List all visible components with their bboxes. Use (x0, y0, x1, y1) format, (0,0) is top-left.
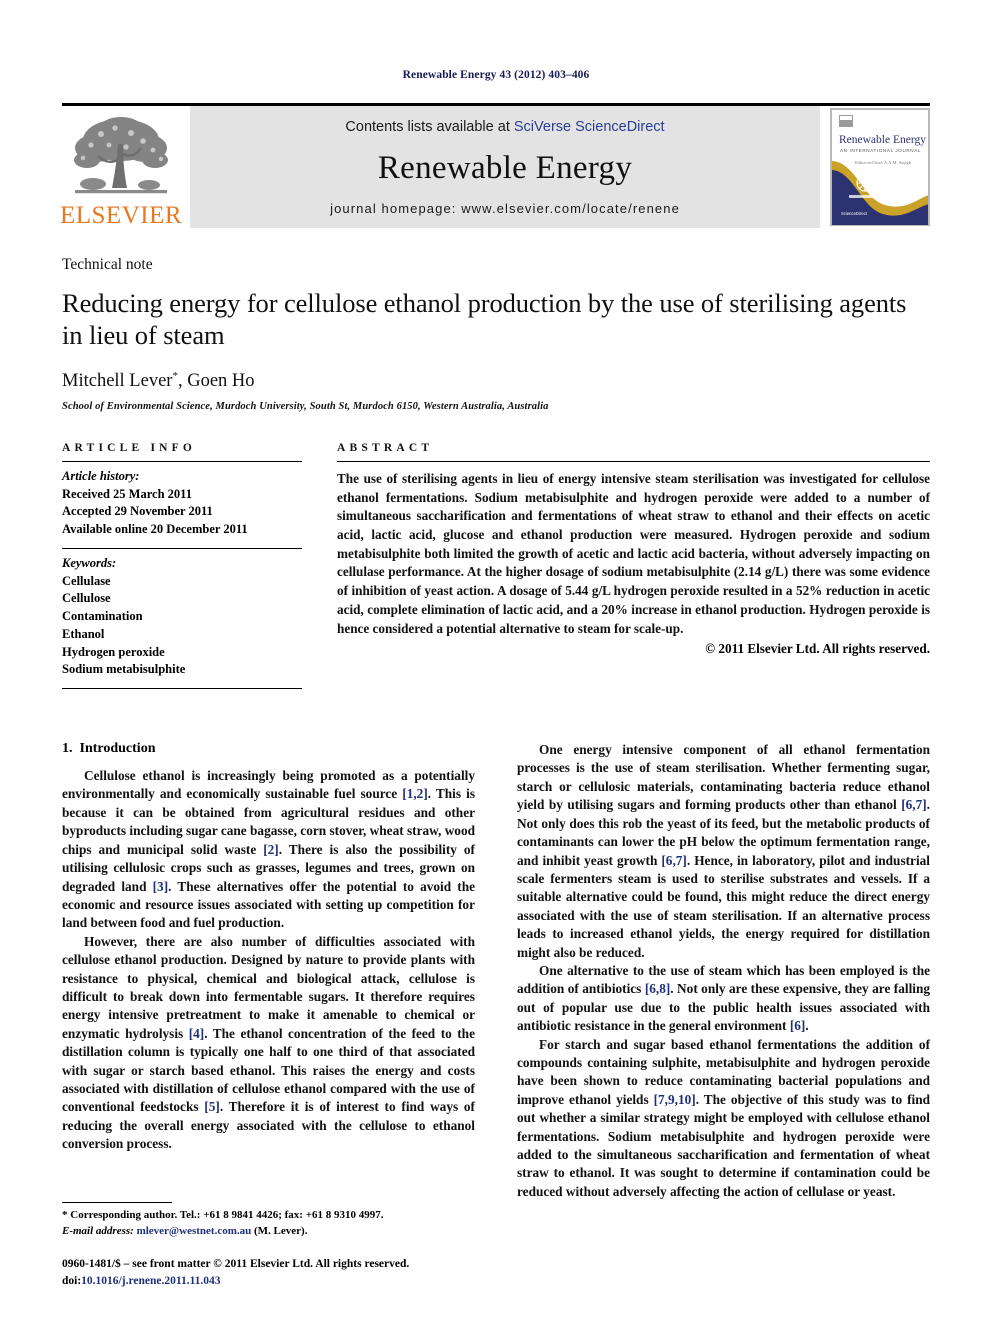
paragraph: One alternative to the use of steam whic… (517, 962, 930, 1034)
page-title: Reducing energy for cellulose ethanol pr… (62, 288, 907, 351)
article-info-heading: ARTICLE INFO (62, 441, 197, 454)
keyword-item: Cellulose (62, 591, 111, 606)
article-doctype: Technical note (62, 256, 153, 273)
article-page: Renewable Energy 43 (2012) 403–406 ELSEV… (0, 0, 992, 1323)
issn-copyright-block: 0960-1481/$ – see front matter © 2011 El… (62, 1256, 462, 1291)
issn-line: 0960-1481/$ – see front matter © 2011 El… (62, 1257, 410, 1270)
journal-cover-thumbnail: Renewable Energy AN INTERNATIONAL JOURNA… (830, 108, 930, 226)
contents-prefix: Contents lists available at (345, 119, 514, 135)
article-history-block: Article history: Received 25 March 2011 … (62, 462, 302, 548)
svg-text:Renewable Energy: Renewable Energy (839, 134, 926, 146)
author-secondary: , Goen Ho (177, 370, 255, 391)
keyword-item: Sodium metabisulphite (62, 662, 186, 677)
citation-reference[interactable]: [1,2] (402, 786, 427, 801)
citation-reference[interactable]: [6,7] (901, 797, 926, 812)
history-received: Received 25 March 2011 (62, 486, 192, 501)
keywords-block: Keywords: Cellulase Cellulose Contaminat… (62, 549, 302, 688)
author-list: Mitchell Lever*, Goen Ho (62, 370, 930, 392)
abstract-copyright: © 2011 Elsevier Ltd. All rights reserved… (705, 641, 930, 657)
email-note: E-mail address: mlever@westnet.com.au (M… (62, 1224, 462, 1240)
body-column-left: 1. Introduction Cellulose ethanol is incr… (62, 741, 475, 1201)
paragraph: One energy intensive component of all et… (517, 742, 930, 960)
svg-text:AN INTERNATIONAL JOURNAL: AN INTERNATIONAL JOURNAL (840, 148, 921, 153)
keywords-label: Keywords: (62, 555, 117, 570)
keyword-item: Cellulase (62, 573, 111, 588)
doi-line: doi:10.1016/j.renene.2011.11.043 (62, 1273, 462, 1290)
journal-banner: Contents lists available at SciVerse Sci… (190, 106, 820, 228)
elsevier-tree-icon (74, 117, 168, 194)
elsevier-wordmark: ELSEVIER (59, 202, 183, 229)
corresponding-author-note: * Corresponding author. Tel.: +61 8 9841… (62, 1208, 384, 1221)
email-label: E-mail address: (62, 1224, 134, 1237)
citation-reference[interactable]: [5] (204, 1099, 220, 1114)
history-online: Available online 20 December 2011 (62, 522, 248, 537)
doi-label: doi: (62, 1274, 82, 1287)
journal-title: Renewable Energy (377, 149, 633, 186)
affiliation: School of Environmental Science, Murdoch… (62, 400, 549, 412)
citation-reference[interactable]: [6,8] (645, 981, 670, 996)
paragraph: However, there are also number of diffic… (62, 933, 475, 1152)
footnote-rule (62, 1201, 172, 1203)
elsevier-logo: ELSEVIER (59, 106, 183, 229)
section-heading-introduction: 1. Introduction (62, 741, 475, 757)
cover-art: Renewable Energy AN INTERNATIONAL JOURNA… (831, 109, 929, 225)
article-history-label: Article history: (62, 468, 140, 483)
journal-homepage-link[interactable]: journal homepage: www.elsevier.com/locat… (330, 201, 680, 216)
email-suffix: (M. Lever). (251, 1224, 308, 1237)
email-link[interactable]: mlever@westnet.com.au (137, 1225, 252, 1237)
citation-reference[interactable]: [2] (263, 842, 279, 857)
abstract-text: The use of sterilising agents in lieu of… (337, 470, 930, 636)
citation-reference[interactable]: [7,9,10] (654, 1092, 696, 1107)
divider-bottom (62, 688, 302, 690)
page-footnote: * Corresponding author. Tel.: +61 8 9841… (62, 1201, 462, 1291)
paragraph: For starch and sugar based ethanol ferme… (517, 1036, 931, 1199)
citation-reference[interactable]: [4] (189, 1026, 205, 1041)
section-number: 1. (62, 741, 73, 757)
article-info-column: ARTICLE INFO Article history: Received 2… (62, 441, 302, 690)
doi-link[interactable]: 10.1016/j.renene.2011.11.043 (81, 1275, 220, 1287)
abstract-heading: ABSTRACT (337, 441, 434, 454)
keyword-item: Hydrogen peroxide (62, 644, 165, 659)
info-abstract-block: ARTICLE INFO Article history: Received 2… (62, 441, 930, 690)
journal-masthead: ELSEVIER Contents lists available at Sci… (59, 103, 930, 229)
citation-reference[interactable]: [6] (790, 1018, 806, 1033)
citation-reference[interactable]: [6,7] (661, 853, 686, 868)
running-head: Renewable Energy 43 (2012) 403–406 (402, 69, 590, 81)
abstract-column: ABSTRACT The use of sterilising agents i… (337, 442, 930, 658)
citation-reference[interactable]: [3] (153, 879, 169, 894)
body-columns: 1. Introduction Cellulose ethanol is incr… (62, 741, 930, 1201)
contents-available-line: Contents lists available at SciVerse Sci… (345, 119, 664, 135)
keyword-item: Ethanol (62, 626, 105, 641)
section-title: Introduction (79, 741, 156, 757)
svg-text:ScienceDirect: ScienceDirect (841, 211, 868, 216)
svg-text:Editor-in-Chief: A.A.M. Sayigh: Editor-in-Chief: A.A.M. Sayigh (855, 160, 912, 165)
sciverse-sciencedirect-link[interactable]: SciVerse ScienceDirect (514, 119, 665, 135)
paragraph: Cellulose ethanol is increasingly being … (62, 768, 475, 931)
body-column-right: One energy intensive component of all et… (517, 741, 930, 1201)
history-accepted: Accepted 29 November 2011 (62, 504, 213, 519)
keyword-item: Contamination (62, 609, 143, 624)
author-primary: Mitchell Lever (62, 370, 173, 391)
